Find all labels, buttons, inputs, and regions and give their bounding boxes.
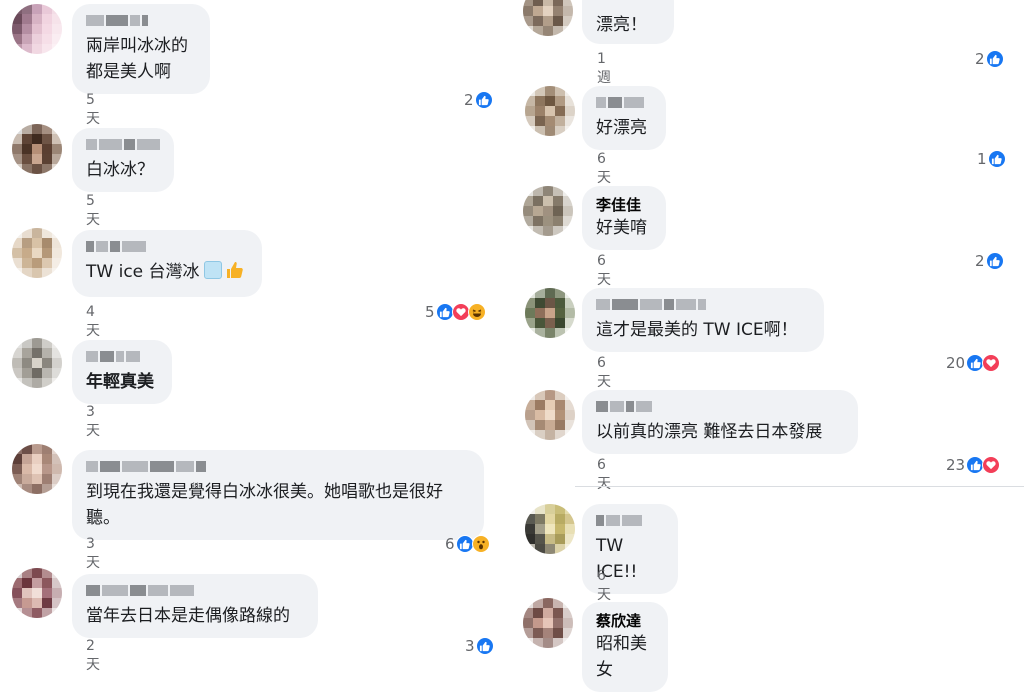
commenter-name[interactable]: [86, 238, 248, 254]
comment-time[interactable]: 6天: [597, 151, 611, 187]
comments-column-left: 兩岸叫冰冰的 都是美人啊 5天 2 白冰冰？ 5天 TW ice 台灣冰 4天 …: [0, 0, 505, 673]
reaction-summary[interactable]: 5: [425, 303, 486, 321]
commenter-name[interactable]: 蔡欣達: [596, 610, 654, 630]
comment-time[interactable]: 3天: [86, 404, 100, 440]
commenter-name[interactable]: [596, 296, 810, 312]
reaction-count: 5: [425, 303, 435, 321]
comment-bubble: 當年去日本是走偶像路線的: [72, 574, 318, 638]
comment-bubble: 以前真的漂亮 難怪去日本發展: [582, 390, 858, 454]
reaction-count: 1: [977, 150, 987, 168]
comment-time[interactable]: 4天: [86, 304, 100, 340]
comment-time[interactable]: 5天: [86, 92, 100, 128]
comment-text: 這才是最美的 TW ICE啊！: [596, 320, 798, 340]
commenter-name[interactable]: [86, 12, 196, 28]
like-icon: [987, 150, 1006, 168]
avatar[interactable]: [525, 288, 575, 338]
ice-cube-icon: [203, 261, 222, 279]
comment-text-body: TW ice 台灣冰: [86, 262, 200, 282]
comment-time[interactable]: 5天: [86, 193, 100, 229]
commenter-name[interactable]: 李佳佳: [596, 194, 652, 214]
reaction-summary[interactable]: 2: [975, 50, 1004, 68]
comment-time[interactable]: 1週: [597, 51, 611, 87]
avatar[interactable]: [12, 124, 62, 174]
wow-icon: [471, 535, 490, 553]
reaction-summary[interactable]: 2: [975, 252, 1004, 270]
like-icon: [474, 91, 493, 109]
comment-text: 年輕真美: [86, 372, 154, 392]
comment-text: 好美唷: [596, 218, 647, 238]
reaction-count: 6: [445, 535, 455, 553]
commenter-name[interactable]: [86, 582, 304, 598]
comment-text: TW ice 台灣冰: [86, 259, 248, 288]
like-icon: [435, 303, 454, 321]
reaction-summary[interactable]: 1: [977, 150, 1006, 168]
avatar[interactable]: [523, 186, 573, 236]
comment-bubble: 兩岸叫冰冰的 都是美人啊: [72, 4, 210, 94]
commenter-name[interactable]: [596, 398, 844, 414]
comment-bubble: 到現在我還是覺得白冰冰很美。她唱歌也是很好 聽。: [72, 450, 484, 540]
reaction-count: 23: [946, 456, 966, 474]
comment-time[interactable]: 2天: [86, 638, 100, 674]
avatar[interactable]: [12, 228, 62, 278]
comment-text: 到現在我還是覺得白冰冰很美。她唱歌也是很好 聽。: [86, 482, 443, 528]
reaction-count: 2: [975, 50, 985, 68]
comment-time[interactable]: 6天: [597, 253, 611, 289]
love-icon: [451, 303, 470, 321]
reaction-summary[interactable]: 2: [464, 91, 493, 109]
comment-time[interactable]: 6天: [597, 457, 611, 493]
comment-bubble: 這才是最美的 TW ICE啊！: [582, 288, 824, 352]
avatar[interactable]: [525, 504, 575, 554]
avatar[interactable]: [12, 568, 62, 618]
avatar[interactable]: [12, 444, 62, 494]
comment-bubble: 蔡欣達 昭和美女: [582, 602, 668, 692]
avatar[interactable]: [12, 338, 62, 388]
comment-bubble: 李佳佳 好美唷: [582, 186, 666, 250]
comment-time[interactable]: 6天: [597, 355, 611, 391]
comment-bubble: 白冰冰？: [72, 128, 174, 192]
avatar[interactable]: [525, 390, 575, 440]
reaction-summary[interactable]: 23: [946, 456, 1001, 474]
comment-text: 漂亮！: [596, 15, 647, 35]
panel-divider: [575, 486, 1024, 487]
avatar[interactable]: [525, 86, 575, 136]
comment-bubble: 年輕真美: [72, 340, 172, 404]
like-icon: [455, 535, 474, 553]
commenter-name[interactable]: [86, 136, 160, 152]
like-icon: [985, 252, 1004, 270]
reaction-count: 20: [946, 354, 966, 372]
love-icon: [982, 456, 1001, 474]
comment-text: 兩岸叫冰冰的 都是美人啊: [86, 36, 188, 82]
reaction-summary[interactable]: 20: [946, 354, 1001, 372]
like-icon: [475, 637, 494, 655]
avatar[interactable]: [523, 0, 573, 36]
comment-time[interactable]: 3天: [86, 536, 100, 572]
avatar[interactable]: [523, 598, 573, 648]
haha-icon: [467, 303, 486, 321]
comment-bubble: 漂亮！: [582, 0, 674, 44]
comment-bubble: TW ice 台灣冰: [72, 230, 262, 297]
comment-bubble: 好漂亮: [582, 86, 666, 150]
like-icon: [985, 50, 1004, 68]
avatar[interactable]: [12, 4, 62, 54]
reaction-count: 2: [464, 91, 474, 109]
love-icon: [982, 354, 1001, 372]
reaction-count: 2: [975, 252, 985, 270]
comment-text: 當年去日本是走偶像路線的: [86, 606, 290, 626]
commenter-name[interactable]: [86, 458, 470, 474]
reaction-summary[interactable]: 3: [465, 637, 494, 655]
comment-time[interactable]: 6天: [597, 568, 611, 604]
thumbs-up-icon: [225, 260, 245, 288]
comments-column-right: 漂亮！ 1週 2 好漂亮 6天 1 李佳佳 好美唷 6天 2 這才是最美的 TW…: [505, 0, 1024, 692]
reaction-count: 3: [465, 637, 475, 655]
comment-text: 好漂亮: [596, 118, 647, 138]
commenter-name[interactable]: [86, 348, 158, 364]
commenter-name[interactable]: [596, 512, 664, 528]
comment-text: 白冰冰？: [86, 160, 154, 180]
reaction-summary[interactable]: 6: [445, 535, 490, 553]
comment-text: 以前真的漂亮 難怪去日本發展: [596, 422, 823, 442]
comment-text: 昭和美女: [596, 634, 647, 680]
commenter-name[interactable]: [596, 94, 652, 110]
